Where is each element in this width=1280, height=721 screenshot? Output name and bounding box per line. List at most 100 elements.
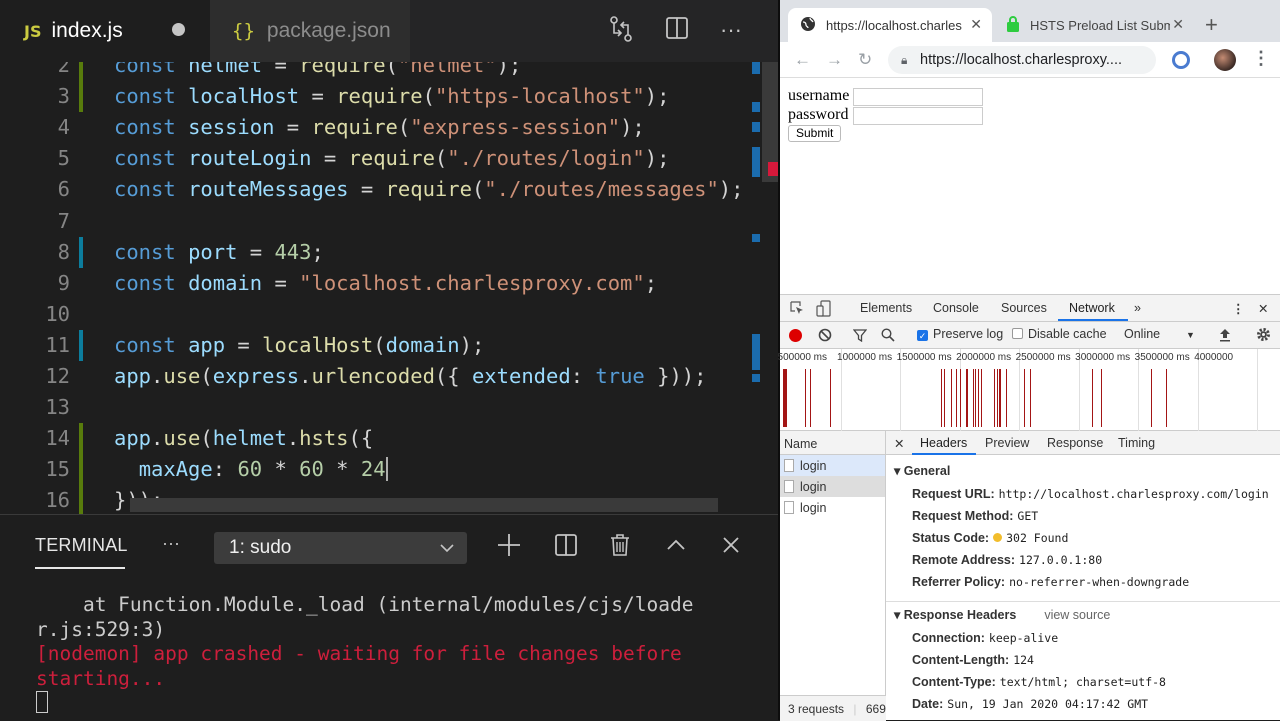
disable-cache-checkbox[interactable]: Disable cache — [1012, 327, 1107, 341]
tab-index-js[interactable]: JS index.js — [0, 0, 210, 62]
address-bar[interactable]: 🔒︎ https://localhost.charlesproxy.... — [888, 46, 1156, 74]
terminal-select[interactable]: 1: sudo — [214, 532, 467, 564]
reload-icon[interactable]: ↻ — [858, 50, 872, 70]
request-row[interactable]: login — [780, 497, 885, 518]
horizontal-scrollbar[interactable] — [130, 498, 718, 512]
code-token: maxAge — [138, 457, 213, 482]
split-terminal-icon[interactable] — [551, 533, 581, 563]
page-content: username password Submit — [780, 79, 1280, 294]
password-input[interactable] — [853, 107, 983, 125]
gutter-change-indicator — [79, 62, 83, 81]
forward-icon[interactable]: → — [826, 50, 843, 70]
network-toolbar: ✓ Preserve log Disable cache Online ▼ — [780, 322, 1280, 349]
code-token: extended — [471, 364, 571, 388]
header-value: keep-alive — [988, 631, 1059, 645]
header-value: text/html; charset=utf-8 — [999, 675, 1166, 689]
browser-menu-icon[interactable]: ⋮ — [1252, 48, 1270, 69]
maximize-panel-icon[interactable] — [661, 533, 691, 563]
throttle-select[interactable]: Online — [1124, 327, 1194, 341]
view-source-link[interactable]: view source — [1044, 608, 1110, 622]
code-token: ); — [644, 84, 670, 109]
detail-tab-preview[interactable]: Preview — [985, 436, 1029, 450]
close-tab-icon[interactable]: ✕ — [970, 16, 982, 33]
detail-tab-timing[interactable]: Timing — [1118, 436, 1155, 450]
devtools-tab-console[interactable]: Console — [933, 301, 979, 315]
add-terminal-icon[interactable] — [494, 533, 524, 563]
tab-terminal[interactable]: TERMINAL — [35, 535, 128, 556]
vertical-scrollbar[interactable] — [762, 62, 778, 182]
name-column-header[interactable]: Name — [780, 431, 885, 455]
timeline-request-mark — [1151, 369, 1153, 427]
detail-tab-headers[interactable]: Headers — [920, 436, 967, 450]
panel-more-icon[interactable]: ··· — [162, 533, 180, 554]
timeline-request-mark — [981, 369, 983, 427]
code-token: = — [274, 115, 312, 140]
browser-tab-localhost[interactable]: https://localhost.charles ✕ — [788, 8, 992, 42]
code-line: 3 const localHost = require("https-localh… — [0, 81, 760, 113]
close-devtools-icon[interactable]: ✕ — [1258, 301, 1268, 316]
code-editor[interactable]: 2 const helmet = require("helmet"); 3 const… — [0, 62, 780, 514]
back-icon[interactable]: ← — [794, 50, 811, 70]
line-number: 14 — [45, 426, 70, 451]
profile-avatar[interactable] — [1214, 49, 1236, 71]
search-icon[interactable] — [881, 328, 895, 345]
header-value: 124 — [1013, 653, 1034, 667]
header-value: no-referrer-when-downgrade — [1009, 575, 1190, 589]
filter-icon[interactable] — [852, 329, 868, 345]
code-token: const — [114, 115, 189, 140]
import-har-icon[interactable] — [1219, 328, 1231, 345]
more-actions-icon[interactable]: ··· — [716, 16, 746, 44]
close-tab-icon[interactable]: ✕ — [1172, 16, 1184, 33]
network-overview-timeline[interactable]: 500000 ms 1000000 ms 1500000 ms 2000000 ms 2… — [778, 349, 1280, 431]
submit-button[interactable]: Submit — [788, 125, 842, 142]
code-token: require — [299, 62, 386, 77]
extension-icon[interactable] — [1172, 51, 1190, 69]
line-number: 3 — [57, 84, 70, 109]
section-general[interactable]: ▾ General — [894, 463, 950, 478]
devtools-tab-sources[interactable]: Sources — [1001, 301, 1047, 315]
preserve-log-checkbox[interactable]: ✓ Preserve log — [917, 327, 1003, 341]
record-icon[interactable] — [789, 329, 802, 342]
code-token: : — [570, 364, 596, 388]
new-tab-button[interactable]: + — [1205, 12, 1218, 38]
devtools-menu-icon[interactable]: ⋮ — [1232, 301, 1245, 316]
terminal-output[interactable]: at Function.Module._load (internal/modul… — [36, 593, 736, 716]
code-token: domain — [188, 270, 263, 295]
gutter-change-indicator — [79, 454, 83, 486]
active-tab-indicator — [912, 453, 976, 455]
unsaved-dot-icon[interactable] — [172, 23, 185, 36]
open-changes-icon[interactable] — [606, 16, 636, 49]
code-text: const domain = "localhost.charlesproxy.c… — [114, 268, 657, 299]
code-line: 4 const session = require("express-sessio… — [0, 112, 760, 143]
code-line: 8 const port = 443; — [0, 236, 760, 268]
split-editor-icon[interactable] — [662, 16, 692, 47]
trash-icon[interactable] — [605, 533, 635, 563]
tab-package-json[interactable]: {} package.json — [210, 0, 410, 62]
settings-gear-icon[interactable] — [1256, 327, 1271, 345]
code-token: app — [114, 426, 152, 451]
code-token: = — [311, 146, 349, 171]
code-token: localHost — [262, 332, 374, 357]
inspect-element-icon[interactable] — [790, 301, 805, 319]
device-toolbar-icon[interactable] — [816, 300, 831, 320]
line-number: 6 — [57, 177, 70, 202]
more-tabs-icon[interactable]: » — [1134, 301, 1141, 315]
devtools-tab-elements[interactable]: Elements — [860, 301, 912, 315]
close-detail-icon[interactable]: ✕ — [894, 436, 904, 451]
devtools-tab-network[interactable]: Network — [1069, 301, 1115, 315]
code-token: localHost — [188, 84, 300, 109]
code-token: express — [212, 364, 300, 388]
code-text: const port = 443; — [114, 237, 324, 268]
username-input[interactable] — [853, 88, 983, 106]
section-response-headers[interactable]: ▾ Response Headers view source — [894, 607, 1110, 622]
close-panel-icon[interactable] — [716, 533, 746, 563]
code-token: helmet — [212, 426, 287, 451]
gutter-change-indicator — [79, 485, 83, 514]
request-row[interactable]: login — [780, 455, 885, 476]
request-row[interactable]: login — [780, 476, 885, 497]
code-token: 60 — [299, 457, 324, 482]
clear-icon[interactable] — [818, 328, 832, 345]
browser-tab-hsts[interactable]: HSTS Preload List Subm ✕ — [994, 8, 1194, 42]
code-token: : — [212, 457, 238, 482]
detail-tab-response[interactable]: Response — [1047, 436, 1103, 450]
